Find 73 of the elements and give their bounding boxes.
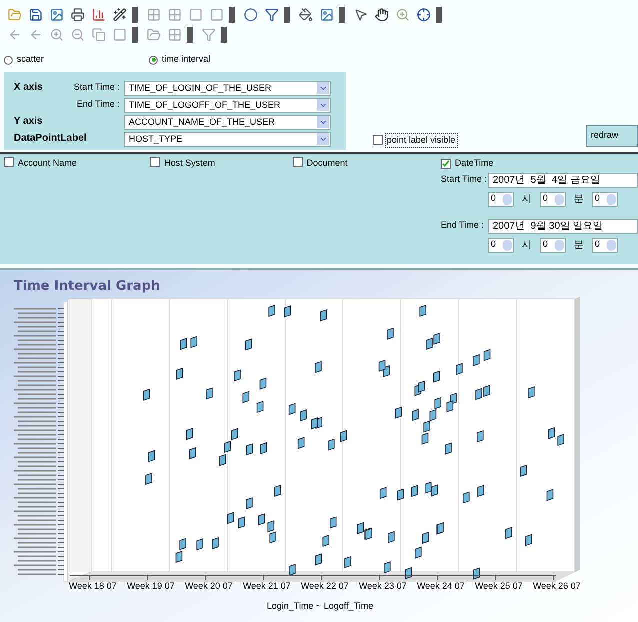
toolbar-grip[interactable] bbox=[187, 27, 193, 43]
x-tick-label: Week 23 07 bbox=[359, 581, 407, 592]
number-field[interactable]: 0 bbox=[540, 192, 566, 206]
paint-bucket-icon[interactable] bbox=[297, 6, 315, 24]
toolbar-grip[interactable] bbox=[132, 27, 138, 43]
checkbox-label: Account Name bbox=[18, 157, 78, 170]
dropdown[interactable]: TIME_OF_LOGOFF_OF_THE_USER bbox=[124, 98, 331, 112]
axis-label: Y axis bbox=[14, 116, 43, 128]
bar-chart-icon[interactable] bbox=[90, 6, 108, 24]
toolbar-grip[interactable] bbox=[132, 7, 138, 23]
filter-icon[interactable] bbox=[263, 6, 281, 24]
checkbox[interactable] bbox=[441, 158, 451, 169]
x-tick-label: Week 26 07 bbox=[533, 581, 581, 592]
grid-icon[interactable] bbox=[145, 6, 163, 24]
date-dropdown[interactable]: 2007년 5월 4일 금요일 bbox=[488, 172, 638, 188]
number-field[interactable]: 0 bbox=[592, 238, 618, 252]
x-tick-label: Week 20 07 bbox=[185, 581, 233, 592]
number-field[interactable]: 0 bbox=[488, 238, 514, 252]
grid-icon[interactable] bbox=[166, 6, 184, 24]
toolbar-grip[interactable] bbox=[221, 27, 227, 43]
date-dropdown[interactable]: 2007년 9월 30일 일요일 bbox=[488, 218, 638, 234]
radio-label: scatter bbox=[17, 53, 44, 66]
unit-label: 시 bbox=[522, 238, 532, 252]
axis-label: X axis bbox=[14, 82, 43, 94]
x-tick-label: Week 19 07 bbox=[127, 581, 175, 592]
x-tick-label: Week 22 07 bbox=[301, 581, 349, 592]
image-icon[interactable] bbox=[318, 6, 336, 24]
checkbox[interactable] bbox=[292, 157, 303, 167]
radio-label: time interval bbox=[162, 53, 211, 66]
checkbox-label: DateTime bbox=[455, 157, 494, 170]
square-icon[interactable] bbox=[208, 6, 226, 24]
dropdown[interactable]: HOST_TYPE bbox=[124, 132, 331, 146]
unit-label: 시 bbox=[522, 192, 532, 206]
radio-button[interactable] bbox=[4, 56, 13, 64]
checkbox-label: Document bbox=[306, 157, 348, 170]
field-label: Start Time : bbox=[441, 172, 488, 186]
unit-label: 분 bbox=[574, 238, 584, 252]
axis-label: DataPointLabel bbox=[14, 133, 87, 144]
unit-label: 분 bbox=[574, 192, 584, 206]
toolbar-grip[interactable] bbox=[284, 7, 290, 23]
x-axis-title: Login_Time ~ Logoff_Time bbox=[267, 601, 374, 611]
field-label: End Time : bbox=[76, 98, 120, 112]
x-tick-label: Week 24 07 bbox=[417, 581, 465, 592]
toolbar-grip[interactable] bbox=[339, 7, 345, 23]
toolbar-grip[interactable] bbox=[436, 7, 442, 23]
dropdown[interactable]: TIME_OF_LOGIN_OF_THE_USER bbox=[124, 80, 331, 96]
crosshair-icon[interactable] bbox=[415, 6, 433, 24]
print-icon[interactable] bbox=[69, 6, 87, 24]
hand-icon[interactable] bbox=[373, 6, 391, 24]
image-icon[interactable] bbox=[48, 6, 66, 24]
checkbox-label: point label visible bbox=[385, 132, 458, 148]
checkbox-label: Host System bbox=[164, 157, 216, 170]
field-label: Start Time : bbox=[74, 81, 120, 94]
checkbox[interactable] bbox=[4, 157, 14, 167]
ring-icon[interactable] bbox=[242, 6, 260, 24]
x-tick-label: Week 18 07 bbox=[69, 581, 117, 592]
number-field[interactable]: 0 bbox=[540, 238, 566, 252]
wand-icon[interactable] bbox=[111, 6, 129, 24]
graph-title: Time Interval Graph bbox=[14, 279, 160, 294]
redraw-button[interactable]: redraw bbox=[586, 125, 638, 147]
save-icon[interactable] bbox=[27, 6, 45, 24]
square-icon[interactable] bbox=[187, 6, 205, 24]
grid-icon[interactable] bbox=[166, 26, 184, 44]
x-tick-label: Week 21 07 bbox=[243, 581, 291, 592]
number-field[interactable]: 0 bbox=[592, 192, 618, 206]
field-label: End Time : bbox=[441, 218, 486, 232]
x-tick-label: Week 25 07 bbox=[475, 581, 523, 592]
dropdown[interactable]: ACCOUNT_NAME_OF_THE_USER bbox=[124, 114, 331, 130]
toolbar-grip[interactable] bbox=[229, 7, 235, 23]
number-field[interactable]: 0 bbox=[488, 192, 514, 206]
checkbox[interactable] bbox=[150, 157, 160, 167]
checkbox[interactable] bbox=[373, 135, 383, 146]
radio-button[interactable] bbox=[149, 56, 158, 64]
